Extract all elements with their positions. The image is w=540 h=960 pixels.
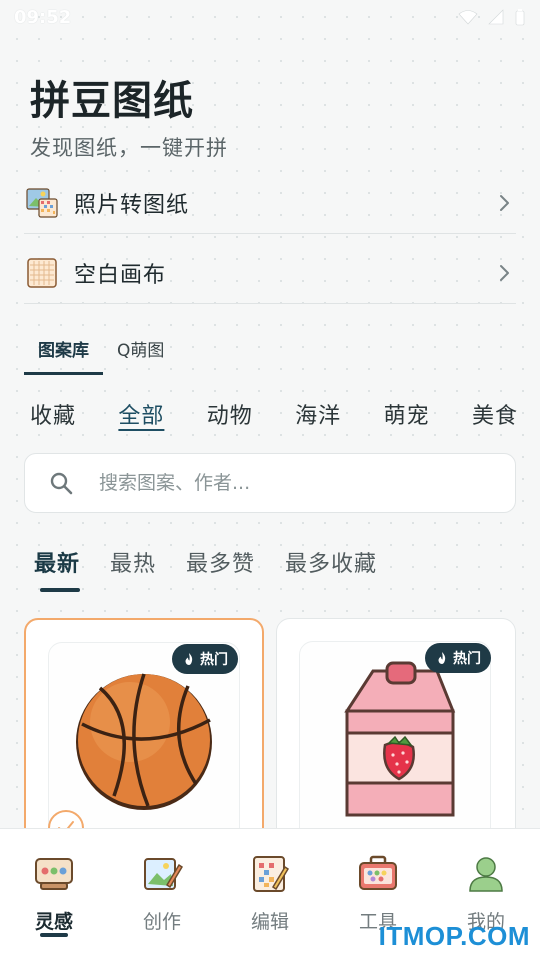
sort-hottest[interactable]: 最热	[106, 544, 160, 592]
photo-to-pattern-icon	[26, 187, 58, 218]
hot-badge-label: 热门	[453, 651, 481, 667]
sort-newest[interactable]: 最新	[30, 544, 84, 592]
blank-canvas-row[interactable]: 空白画布	[24, 242, 516, 304]
hot-badge: 热门	[425, 643, 491, 673]
tab-pattern-library[interactable]: 图案库	[24, 330, 103, 375]
battery-icon	[515, 9, 525, 26]
blank-canvas-icon	[27, 257, 57, 288]
inspiration-icon	[35, 858, 73, 890]
library-tabs: 图案库 Q萌图	[24, 330, 178, 375]
page-title: 拼豆图纸	[30, 78, 194, 124]
site-watermark: ITMOP.COM	[378, 921, 530, 951]
search-input[interactable]	[99, 472, 515, 494]
tab-cute-images[interactable]: Q萌图	[103, 330, 178, 375]
category-favorites[interactable]: 收藏	[24, 394, 82, 434]
category-food[interactable]: 美食	[466, 394, 524, 434]
category-row: 收藏 全部 动物 海洋 萌宠 美食	[24, 394, 524, 434]
nav-label: 编辑	[250, 911, 289, 933]
strawberry-milk-carton-icon	[344, 661, 456, 817]
photo-to-pattern-row[interactable]: 照片转图纸	[24, 172, 516, 234]
sort-most-favorited[interactable]: 最多收藏	[281, 544, 381, 592]
category-all[interactable]: 全部	[112, 394, 170, 434]
hot-badge-label: 热门	[200, 652, 228, 668]
blank-canvas-label: 空白画布	[74, 262, 167, 288]
search-icon	[50, 472, 73, 495]
chevron-right-icon	[500, 194, 509, 211]
edit-icon	[253, 856, 290, 892]
status-time: 09:52	[14, 6, 72, 28]
status-bar: 09:52	[0, 0, 540, 34]
category-ocean[interactable]: 海洋	[289, 394, 347, 434]
basketball-icon	[76, 673, 212, 810]
status-icons	[458, 8, 526, 26]
profile-icon	[469, 857, 503, 892]
create-icon	[144, 858, 183, 890]
toolbox-icon	[359, 855, 397, 890]
nav-label: 创作	[142, 911, 181, 933]
wifi-icon	[458, 10, 478, 25]
category-animals[interactable]: 动物	[201, 394, 259, 434]
page-subtitle: 发现图纸，一键开拼	[30, 136, 228, 160]
hot-badge: 热门	[172, 644, 238, 674]
nav-edit[interactable]: 编辑	[220, 829, 320, 960]
search-box[interactable]	[24, 453, 516, 513]
category-pets[interactable]: 萌宠	[378, 394, 436, 434]
header: 拼豆图纸 发现图纸，一键开拼	[30, 68, 228, 162]
chevron-right-icon	[500, 264, 509, 281]
pattern-card[interactable]: 热门	[24, 618, 264, 848]
flame-icon	[185, 653, 193, 665]
pattern-card[interactable]: 热门	[276, 618, 516, 848]
photo-to-pattern-label: 照片转图纸	[74, 192, 190, 218]
flame-icon	[438, 652, 446, 664]
sort-most-liked[interactable]: 最多赞	[182, 544, 259, 592]
nav-create[interactable]: 创作	[112, 829, 212, 960]
signal-icon	[488, 9, 504, 25]
nav-label: 灵感	[34, 911, 73, 933]
nav-inspiration[interactable]: 灵感	[4, 829, 104, 960]
sort-tabs: 最新 最热 最多赞 最多收藏	[30, 544, 381, 592]
